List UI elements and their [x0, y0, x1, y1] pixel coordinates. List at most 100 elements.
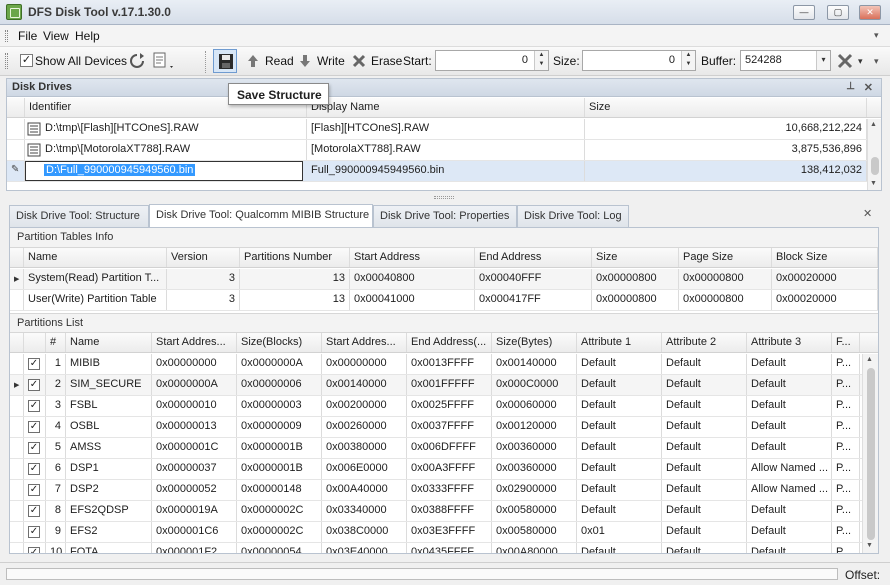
- partition-row[interactable]: ▶ ✓ 2 SIM_SECURE 0x0000000A 0x00000006 0x00140…: [10, 375, 862, 396]
- erase-button[interactable]: Erase: [371, 54, 402, 68]
- toolbar-overflow-icon[interactable]: ▾: [874, 56, 879, 67]
- partition-row[interactable]: ✓ 5 AMSS 0x0000001C 0x0000001B 0x00380000 0x00…: [10, 438, 862, 459]
- partition-row[interactable]: ✓ 10 FOTA 0x000001F2 0x00000054 0x03E40000 0x0…: [10, 543, 862, 553]
- column-header-end-address[interactable]: End Address(...: [407, 333, 492, 352]
- show-all-devices-checkbox[interactable]: ✓: [20, 54, 33, 67]
- partition-checkbox[interactable]: ✓: [28, 505, 40, 517]
- export-list-icon[interactable]: [152, 52, 176, 72]
- close-button[interactable]: ✕: [859, 5, 881, 20]
- partition-checkbox[interactable]: ✓: [28, 421, 40, 433]
- column-header-name[interactable]: Name: [66, 333, 152, 352]
- show-all-devices-label[interactable]: Show All Devices: [35, 54, 127, 68]
- close-tab-icon[interactable]: ✕: [863, 207, 872, 220]
- partition-checkbox-cell[interactable]: ✓: [24, 522, 46, 542]
- column-header-start-address[interactable]: Start Address: [350, 248, 475, 267]
- column-header-flags[interactable]: F...: [832, 333, 860, 352]
- partitions-list-scrollbar[interactable]: ▲ ▼: [862, 354, 878, 553]
- column-header-number[interactable]: #: [46, 333, 66, 352]
- partition-checkbox-cell[interactable]: ✓: [24, 417, 46, 437]
- partition-checkbox[interactable]: ✓: [28, 442, 40, 454]
- partition-checkbox-cell[interactable]: ✓: [24, 501, 46, 521]
- menu-file[interactable]: File: [18, 29, 37, 43]
- partition-checkbox-cell[interactable]: ✓: [24, 438, 46, 458]
- tab-properties[interactable]: Disk Drive Tool: Properties: [373, 205, 517, 227]
- write-button[interactable]: Write: [317, 54, 345, 68]
- partition-checkbox-cell[interactable]: ✓: [24, 459, 46, 479]
- column-header-attribute-3[interactable]: Attribute 3: [747, 333, 832, 352]
- splitter-grip[interactable]: [434, 196, 454, 199]
- spin-arrows-icon[interactable]: ▲ ▼: [534, 51, 548, 70]
- partition-checkbox[interactable]: ✓: [28, 358, 40, 370]
- partition-row[interactable]: ✓ 1 MIBIB 0x00000000 0x0000000A 0x00000000 0x0…: [10, 354, 862, 375]
- partition-checkbox[interactable]: ✓: [28, 379, 40, 391]
- minimize-button[interactable]: —: [793, 5, 815, 20]
- partition-checkbox-cell[interactable]: ✓: [24, 354, 46, 374]
- partition-checkbox-cell[interactable]: ✓: [24, 480, 46, 500]
- partition-row[interactable]: ✓ 4 OSBL 0x00000013 0x00000009 0x00260000 0x00…: [10, 417, 862, 438]
- menu-overflow-icon[interactable]: ▾: [874, 30, 879, 41]
- start-spinner[interactable]: 0 ▲ ▼: [435, 50, 549, 71]
- partition-row[interactable]: ✓ 9 EFS2 0x000001C6 0x0000002C 0x038C0000 0x03…: [10, 522, 862, 543]
- partition-table-row[interactable]: User(Write) Partition Table 3 13 0x00041000…: [10, 290, 878, 311]
- scrollbar-thumb[interactable]: [871, 157, 879, 175]
- buffer-select[interactable]: 524288 ▾: [740, 50, 831, 71]
- column-header-name[interactable]: Name: [24, 248, 167, 267]
- read-button[interactable]: Read: [265, 54, 294, 68]
- tab-log[interactable]: Disk Drive Tool: Log: [517, 205, 629, 227]
- column-header-attribute-2[interactable]: Attribute 2: [662, 333, 747, 352]
- scroll-down-icon[interactable]: ▼: [870, 180, 877, 187]
- partition-row[interactable]: ✓ 7 DSP2 0x00000052 0x00000148 0x00A40000 0x03…: [10, 480, 862, 501]
- disk-drive-row[interactable]: D:\tmp\[MotorolaXT788].RAW [MotorolaXT78…: [7, 140, 867, 161]
- spin-arrows-icon[interactable]: ▲ ▼: [681, 51, 695, 70]
- identifier-text-selected[interactable]: D:\Full_990000945949560.bin: [44, 164, 196, 176]
- column-header-start-address-blocks[interactable]: Start Addres...: [152, 333, 237, 352]
- partition-checkbox-cell[interactable]: ✓: [24, 543, 46, 553]
- cancel-icon[interactable]: [836, 52, 854, 70]
- scroll-down-icon[interactable]: ▼: [866, 542, 873, 549]
- scroll-up-icon[interactable]: ▲: [866, 356, 873, 363]
- maximize-button[interactable]: ▢: [827, 5, 849, 20]
- write-icon[interactable]: [297, 53, 313, 69]
- disk-drives-scrollbar[interactable]: ▲ ▼: [867, 119, 881, 190]
- partition-row[interactable]: ✓ 3 FSBL 0x00000010 0x00000003 0x00200000 0x00…: [10, 396, 862, 417]
- column-header-page-size[interactable]: Page Size: [679, 248, 772, 267]
- column-header-partitions-number[interactable]: Partitions Number: [240, 248, 350, 267]
- column-header-size-bytes[interactable]: Size(Bytes): [492, 333, 577, 352]
- refresh-icon[interactable]: [128, 52, 146, 70]
- tab-qualcomm-mibib[interactable]: Disk Drive Tool: Qualcomm MIBIB Structur…: [149, 204, 373, 227]
- column-header-end-address[interactable]: End Address: [475, 248, 592, 267]
- menu-view[interactable]: View: [43, 29, 69, 43]
- partition-checkbox[interactable]: ✓: [28, 484, 40, 496]
- disk-drive-row[interactable]: D:\tmp\[Flash][HTCOneS].RAW [Flash][HTCO…: [7, 119, 867, 140]
- save-structure-icon[interactable]: [213, 49, 237, 73]
- size-spinner[interactable]: 0 ▲ ▼: [582, 50, 696, 71]
- column-header-size[interactable]: Size: [585, 98, 867, 117]
- column-header-attribute-1[interactable]: Attribute 1: [577, 333, 662, 352]
- column-header-start-address-bytes[interactable]: Start Addres...: [322, 333, 407, 352]
- cancel-dropdown-icon[interactable]: ▾: [858, 56, 863, 67]
- partition-checkbox[interactable]: ✓: [28, 400, 40, 412]
- menu-help[interactable]: Help: [75, 29, 100, 43]
- chevron-down-icon[interactable]: ▾: [816, 51, 830, 70]
- close-panel-icon[interactable]: ✕: [864, 81, 873, 94]
- column-header-size-blocks[interactable]: Size(Blocks): [237, 333, 322, 352]
- tab-structure[interactable]: Disk Drive Tool: Structure: [9, 205, 149, 227]
- partition-row[interactable]: ✓ 6 DSP1 0x00000037 0x0000001B 0x006E0000 0x00…: [10, 459, 862, 480]
- column-header-size[interactable]: Size: [592, 248, 679, 267]
- scroll-up-icon[interactable]: ▲: [870, 121, 877, 128]
- partition-checkbox[interactable]: ✓: [28, 526, 40, 538]
- scrollbar-thumb[interactable]: [867, 368, 875, 540]
- partition-checkbox[interactable]: ✓: [28, 547, 40, 553]
- partition-checkbox-cell[interactable]: ✓: [24, 396, 46, 416]
- column-header-display-name[interactable]: Display Name: [307, 98, 585, 117]
- read-icon[interactable]: [245, 53, 261, 69]
- column-header-version[interactable]: Version: [167, 248, 240, 267]
- column-header-block-size[interactable]: Block Size: [772, 248, 878, 267]
- identifier-editor[interactable]: D:\Full_990000945949560.bin: [25, 161, 303, 181]
- partition-row[interactable]: ✓ 8 EFS2QDSP 0x0000019A 0x0000002C 0x03340000…: [10, 501, 862, 522]
- partition-table-row[interactable]: ▶ System(Read) Partition T... 3 13 0x0004080…: [10, 269, 878, 290]
- partition-checkbox[interactable]: ✓: [28, 463, 40, 475]
- erase-icon[interactable]: [351, 53, 367, 69]
- disk-drive-row-selected[interactable]: ✎ D:\Full_990000945949560.bin Full_99000…: [7, 161, 867, 182]
- pin-icon[interactable]: ⊥: [846, 81, 855, 92]
